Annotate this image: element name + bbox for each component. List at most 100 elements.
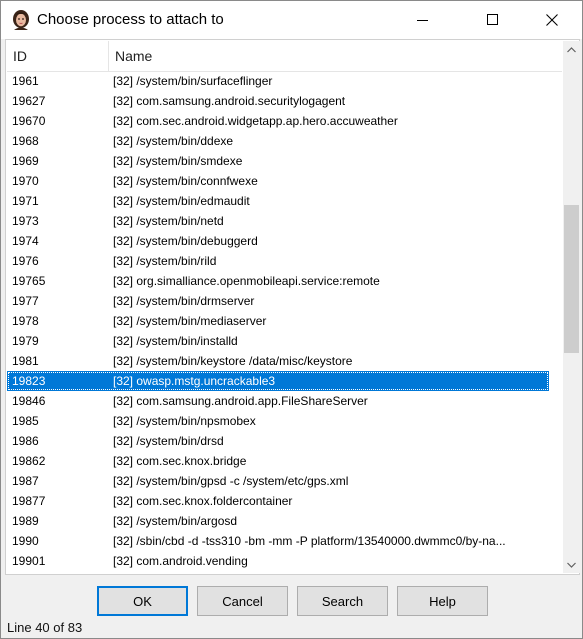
process-name: [32] /system/bin/argosd (113, 514, 238, 528)
process-id: 19823 (12, 374, 46, 388)
close-button[interactable] (529, 1, 575, 39)
maximize-button[interactable] (470, 1, 516, 39)
process-id: 19627 (12, 94, 46, 108)
app-avatar-icon (13, 10, 29, 30)
list-item[interactable]: 1986 [32] /system/bin/drsd (7, 431, 549, 451)
list-header: ID Name (7, 41, 562, 72)
status-line: Line 40 of 83 (7, 620, 83, 635)
search-button[interactable]: Search (297, 586, 388, 616)
process-name: [32] /system/bin/drmserver (113, 294, 255, 308)
process-id: 1974 (12, 234, 39, 248)
process-name: [32] com.sec.knox.bridge (113, 454, 247, 468)
list-item[interactable]: 1977 [32] /system/bin/drmserver (7, 291, 549, 311)
list-item[interactable]: 1974 [32] /system/bin/debuggerd (7, 231, 549, 251)
process-id: 19670 (12, 114, 46, 128)
minimize-icon (417, 20, 428, 21)
process-name: [32] /system/bin/netd (113, 214, 224, 228)
list-item[interactable]: 19670 [32] com.sec.android.widgetapp.ap.h… (7, 111, 549, 131)
process-id: 1978 (12, 314, 39, 328)
dialog-window: Choose process to attach to ID Name 1961… (0, 0, 583, 639)
scroll-up-button[interactable] (563, 41, 580, 58)
process-id: 1969 (12, 154, 39, 168)
list-item[interactable]: 1970 [32] /system/bin/connfwexe (7, 171, 549, 191)
list-item[interactable]: 1985 [32] /system/bin/npsmobex (7, 411, 549, 431)
process-id: 19862 (12, 454, 46, 468)
process-id: 1985 (12, 414, 39, 428)
process-name: [32] /system/bin/edmaudit (113, 194, 250, 208)
list-item[interactable]: 1987 [32] /system/bin/gpsd -c /system/etc… (7, 471, 549, 491)
list-item[interactable]: 1979 [32] /system/bin/installd (7, 331, 549, 351)
process-id: 1977 (12, 294, 39, 308)
process-name: [32] org.simalliance.openmobileapi.servi… (113, 274, 380, 288)
list-item[interactable]: 19846 [32] com.samsung.android.app.FileSh… (7, 391, 549, 411)
list-item[interactable]: 1990 [32] /sbin/cbd -d -tss310 -bm -mm -P… (7, 531, 549, 551)
process-name: [32] com.sec.knox.foldercontainer (113, 494, 293, 508)
process-id: 1961 (12, 74, 39, 88)
process-name: [32] /system/bin/mediaserver (113, 314, 267, 328)
list-item[interactable]: 19765 [32] org.simalliance.openmobileapi.… (7, 271, 549, 291)
cancel-button[interactable]: Cancel (197, 586, 288, 616)
list-rows: 1961 [32] /system/bin/surfaceflinger 19627… (7, 71, 562, 574)
process-id: 1973 (12, 214, 39, 228)
process-id: 1989 (12, 514, 39, 528)
process-name: [32] /sbin/cbd -d -tss310 -bm -mm -P pla… (113, 534, 506, 548)
process-id: 19846 (12, 394, 46, 408)
scrollbar-thumb[interactable] (564, 205, 579, 353)
close-icon (546, 14, 558, 26)
process-name: [32] /system/bin/installd (113, 334, 238, 348)
process-name: [32] /system/bin/keystore /data/misc/key… (113, 354, 353, 368)
process-name: [32] com.samsung.android.securitylogagen… (113, 94, 346, 108)
list-item[interactable]: 1971 [32] /system/bin/edmaudit (7, 191, 549, 211)
process-id: 1986 (12, 434, 39, 448)
maximize-icon (487, 14, 498, 25)
list-item[interactable]: 1981 [32] /system/bin/keystore /data/misc… (7, 351, 549, 371)
list-item[interactable]: 1969 [32] /system/bin/smdexe (7, 151, 549, 171)
process-name: [32] /system/bin/connfwexe (113, 174, 258, 188)
list-item[interactable]: 19877 [32] com.sec.knox.foldercontainer (7, 491, 549, 511)
help-button[interactable]: Help (397, 586, 488, 616)
list-item[interactable]: 19901 [32] com.android.vending (7, 551, 549, 571)
chevron-up-icon (567, 46, 576, 52)
list-item[interactable]: 1989 [32] /system/bin/argosd (7, 511, 549, 531)
process-id: 19901 (12, 554, 46, 568)
process-name: [32] com.samsung.android.app.FileShareSe… (113, 394, 368, 408)
list-item[interactable]: 1978 [32] /system/bin/mediaserver (7, 311, 549, 331)
process-name: [32] /system/bin/smdexe (113, 154, 243, 168)
chevron-down-icon (567, 562, 576, 568)
list-item[interactable]: 1976 [32] /system/bin/rild (7, 251, 549, 271)
scroll-down-button[interactable] (563, 556, 580, 573)
list-item[interactable]: 1968 [32] /system/bin/ddexe (7, 131, 549, 151)
process-name: [32] com.sec.android.widgetapp.ap.hero.a… (113, 114, 398, 128)
process-name: [32] /system/bin/surfaceflinger (113, 74, 273, 88)
process-name: [32] com.android.vending (113, 554, 248, 568)
process-name: [32] /system/bin/drsd (113, 434, 224, 448)
process-name: [32] /system/bin/npsmobex (113, 414, 256, 428)
vertical-scrollbar[interactable] (563, 41, 580, 573)
process-id: 19877 (12, 494, 46, 508)
title-bar[interactable]: Choose process to attach to (1, 1, 582, 39)
process-id: 1976 (12, 254, 39, 268)
process-name: [32] /system/bin/ddexe (113, 134, 234, 148)
list-item[interactable]: 1973 [32] /system/bin/netd (7, 211, 549, 231)
list-item[interactable]: 19627 [32] com.samsung.android.securitylo… (7, 91, 549, 111)
process-id: 1971 (12, 194, 39, 208)
list-item[interactable]: 1961 [32] /system/bin/surfaceflinger (7, 71, 549, 91)
process-name: [32] /system/bin/debuggerd (113, 234, 258, 248)
process-id: 1987 (12, 474, 39, 488)
process-id: 1970 (12, 174, 39, 188)
process-id: 1968 (12, 134, 39, 148)
process-id: 1981 (12, 354, 39, 368)
column-header-name[interactable]: Name (109, 41, 152, 71)
minimize-button[interactable] (400, 1, 446, 39)
list-item[interactable]: 19862 [32] com.sec.knox.bridge (7, 451, 549, 471)
list-item[interactable]: 19823 [32] owasp.mstg.uncrackable3 (7, 371, 549, 391)
ok-button[interactable]: OK (97, 586, 188, 616)
process-list[interactable]: ID Name 1961 [32] /system/bin/surfaceflin… (5, 39, 580, 575)
process-name: [32] owasp.mstg.uncrackable3 (113, 374, 276, 388)
process-id: 1990 (12, 534, 39, 548)
process-name: [32] /system/bin/gpsd -c /system/etc/gps… (113, 474, 349, 488)
column-header-id[interactable]: ID (7, 41, 27, 71)
process-id: 1979 (12, 334, 39, 348)
window-title: Choose process to attach to (37, 11, 224, 28)
process-name: [32] /system/bin/rild (113, 254, 217, 268)
